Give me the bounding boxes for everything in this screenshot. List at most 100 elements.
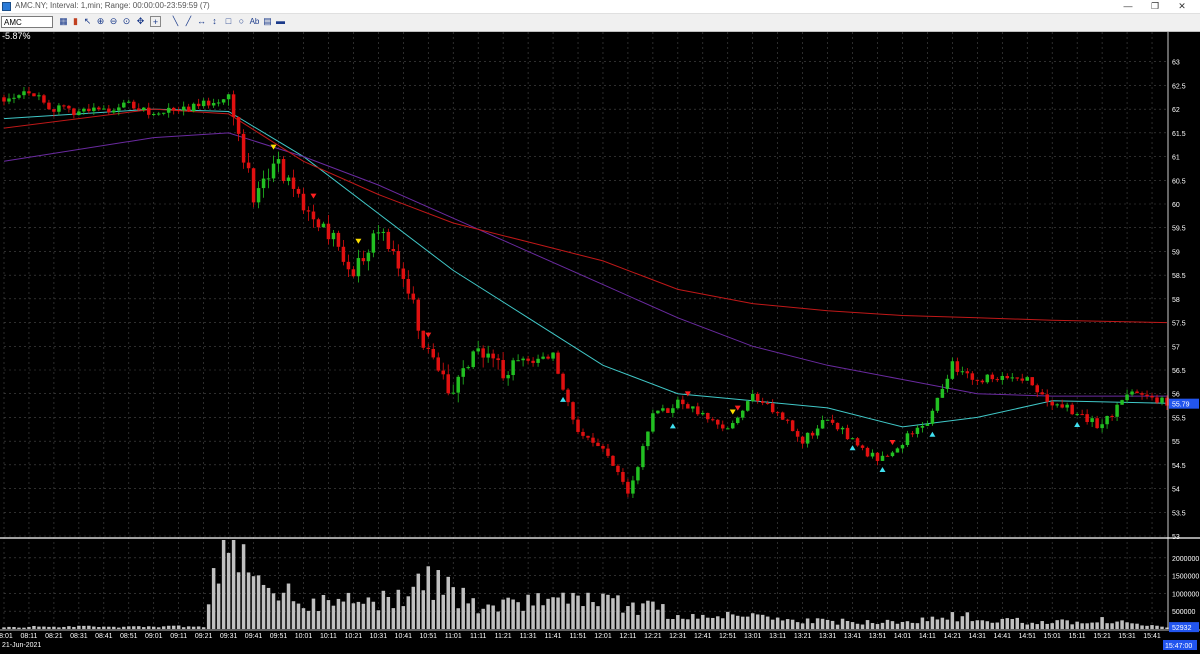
x-tick-label: 12:51 <box>719 633 737 640</box>
volume-bar <box>451 587 455 629</box>
candle-body <box>411 293 416 300</box>
x-tick-label: 15:21 <box>1093 633 1111 640</box>
candle-body <box>935 397 940 411</box>
volume-bar <box>1090 622 1094 629</box>
volume-bar <box>900 621 905 629</box>
add-icon[interactable]: + <box>150 16 161 27</box>
volume-bar <box>166 625 171 629</box>
line-icon[interactable]: ╲ <box>170 16 181 27</box>
candle-body <box>57 105 61 112</box>
candle-body <box>885 455 890 457</box>
candle-body <box>1045 394 1049 402</box>
buy-signal-marker <box>1074 422 1081 428</box>
volume-bar <box>775 617 780 629</box>
ellipse-icon[interactable]: ○ <box>236 16 247 27</box>
volume-bar <box>32 625 36 629</box>
volume-bar <box>266 587 271 629</box>
ray-icon[interactable]: ╱ <box>183 16 194 27</box>
volume-bar <box>1020 622 1024 629</box>
volume-bar <box>481 608 485 629</box>
candle-body <box>785 419 790 421</box>
y-tick-label: 56.5 <box>1172 368 1186 375</box>
pointer-icon[interactable]: ↖ <box>82 16 93 27</box>
candle-body <box>601 446 605 449</box>
buy-signal-marker <box>879 467 886 473</box>
volume-bar <box>246 572 251 629</box>
x-tick-label: 13:41 <box>844 633 862 640</box>
candle-body <box>511 360 515 376</box>
price-volume-chart[interactable]: 5353.55454.55555.55656.55757.55858.55959… <box>0 32 1200 654</box>
x-tick-label: 10:21 <box>345 633 363 640</box>
sell-signal-marker <box>425 332 432 338</box>
x-tick-label: 12:21 <box>644 633 662 640</box>
candles-icon[interactable]: ▮ <box>70 16 81 27</box>
volume-bar <box>276 600 281 629</box>
x-tick-label: 14:01 <box>894 633 912 640</box>
candle-body <box>1065 404 1069 408</box>
candle-body <box>546 356 550 359</box>
volume-bar <box>1085 623 1089 629</box>
volume-bar <box>980 620 985 629</box>
candle-body <box>346 261 351 270</box>
last-time-label: 15:47:00 <box>1165 643 1192 650</box>
volume-bar <box>825 619 830 629</box>
volume-bar <box>171 625 176 629</box>
volume-bar <box>231 540 236 629</box>
text-icon[interactable]: Ab <box>249 16 260 27</box>
zoom-out-icon[interactable]: ⊖ <box>108 16 119 27</box>
candle-body <box>985 374 990 383</box>
candle-body <box>316 219 321 228</box>
volume-bar <box>516 602 520 629</box>
vertical-line-icon[interactable]: ↕ <box>209 16 220 27</box>
candle-body <box>531 360 535 363</box>
candle-body <box>591 437 595 443</box>
volume-bar <box>591 602 595 629</box>
pan-icon[interactable]: ✥ <box>135 16 146 27</box>
candle-body <box>102 108 106 110</box>
zoom-fit-icon[interactable]: ⊙ <box>121 16 132 27</box>
grid-icon[interactable]: ▦ <box>58 16 69 27</box>
candle-body <box>506 375 510 379</box>
x-tick-label: 11:31 <box>520 633 537 640</box>
candle-body <box>376 232 381 234</box>
volume-bar <box>42 626 46 629</box>
candle-body <box>331 232 336 240</box>
candle-body <box>1015 377 1020 379</box>
candle-body <box>171 107 176 111</box>
zoom-in-icon[interactable]: ⊕ <box>95 16 106 27</box>
candle-body <box>391 249 396 252</box>
volume-bar <box>356 601 361 629</box>
candle-body <box>716 419 720 425</box>
chart-area[interactable]: 5353.55454.55555.55656.55757.55858.55959… <box>0 32 1200 654</box>
volume-bar <box>745 616 750 629</box>
candle-body <box>311 211 316 220</box>
candle-body <box>406 278 411 294</box>
rectangle-icon[interactable]: □ <box>223 16 234 27</box>
volume-bar <box>256 575 261 629</box>
x-tick-label: 15:11 <box>1069 633 1086 640</box>
candle-body <box>721 424 725 429</box>
volume-bar <box>306 610 311 629</box>
volume-tick-label: 500000 <box>1172 609 1195 616</box>
volume-bar <box>581 606 585 629</box>
volume-bar <box>491 605 495 629</box>
x-tick-label: 08:51 <box>120 633 138 640</box>
candle-body <box>1160 397 1164 403</box>
volume-bar <box>885 619 890 629</box>
candle-body <box>426 347 431 349</box>
horizontal-line-icon[interactable]: ↔ <box>196 16 207 27</box>
x-tick-label: 15:41 <box>1143 633 1161 640</box>
candle-body <box>780 412 785 420</box>
volume-bar <box>790 619 795 629</box>
candle-body <box>835 422 840 430</box>
candle-body <box>910 433 915 435</box>
volume-bar <box>501 599 505 629</box>
layout-icon[interactable]: ▬ <box>275 16 286 27</box>
close-icon[interactable]: ✕ <box>1164 0 1200 13</box>
candle-body <box>760 401 765 403</box>
x-tick-label: 13:21 <box>794 633 812 640</box>
candle-body <box>137 108 141 111</box>
symbol-input[interactable] <box>1 16 53 28</box>
volume-bar <box>236 572 241 629</box>
studies-icon[interactable]: ▤ <box>262 16 273 27</box>
